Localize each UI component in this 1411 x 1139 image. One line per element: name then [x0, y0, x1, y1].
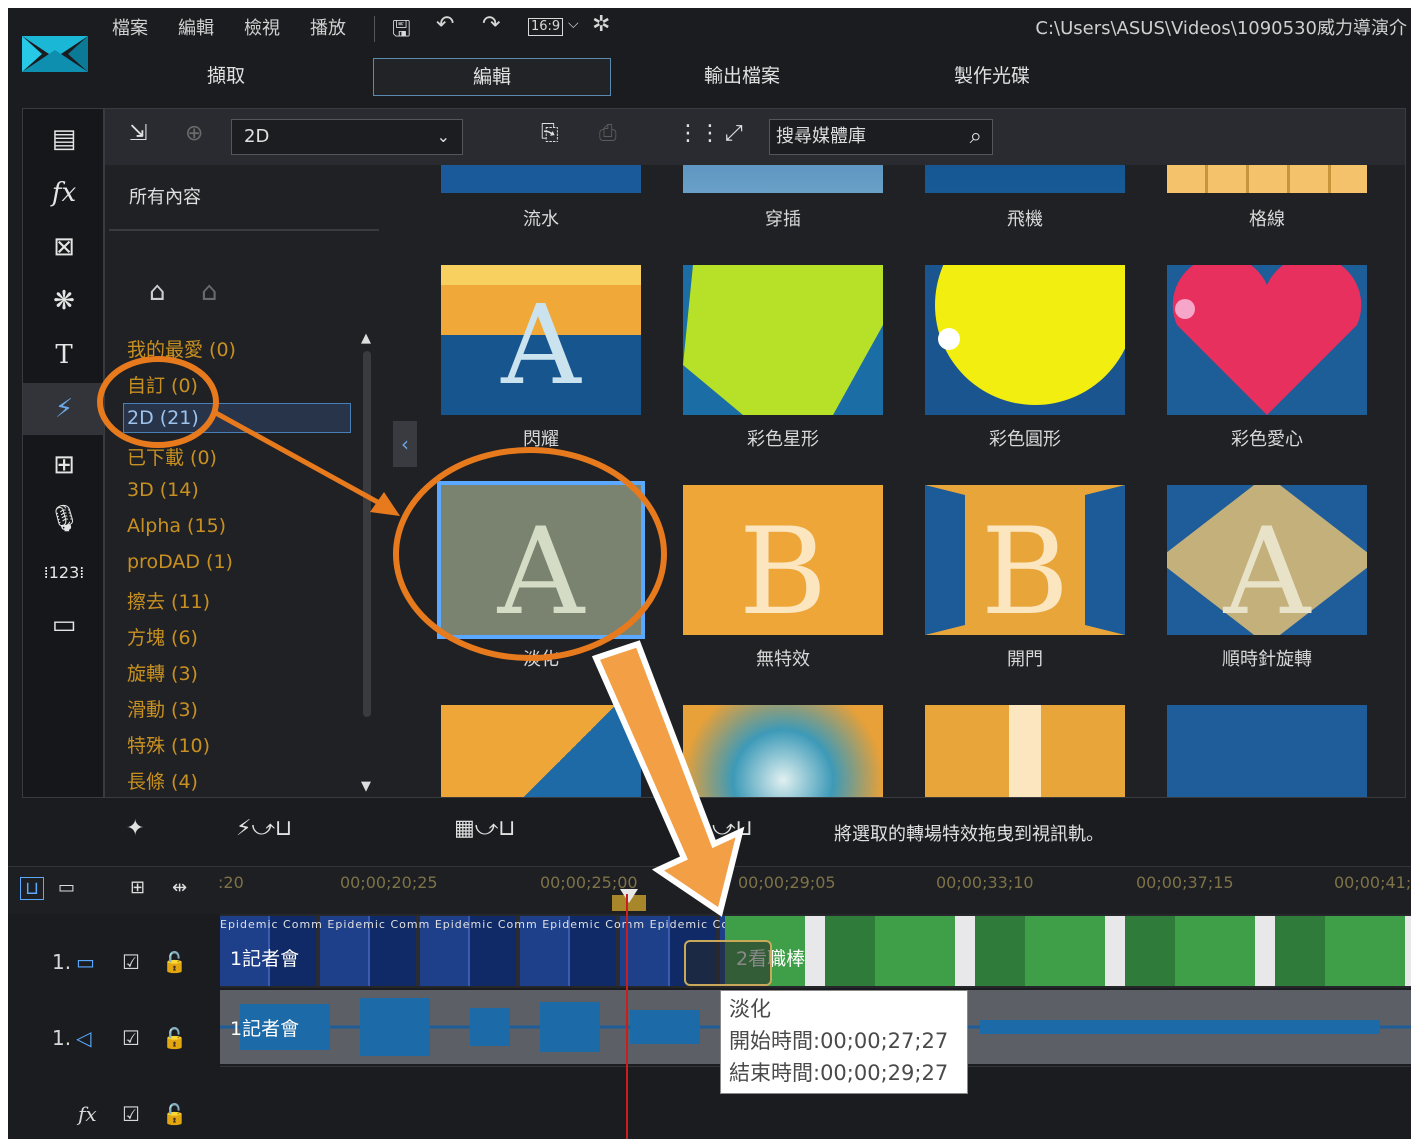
annotation-overlay — [97, 356, 745, 917]
arrow-head — [370, 492, 400, 516]
highlight-circle — [393, 447, 667, 661]
app-window: 檔案 編輯 檢視 播放 🖫 ↶ ↷ 16:9 ⌵ ✲ C:\Users\ASUS… — [8, 8, 1411, 1139]
highlight-circle — [97, 356, 219, 448]
annotation-arrow — [212, 409, 394, 513]
big-arrow — [591, 640, 745, 917]
